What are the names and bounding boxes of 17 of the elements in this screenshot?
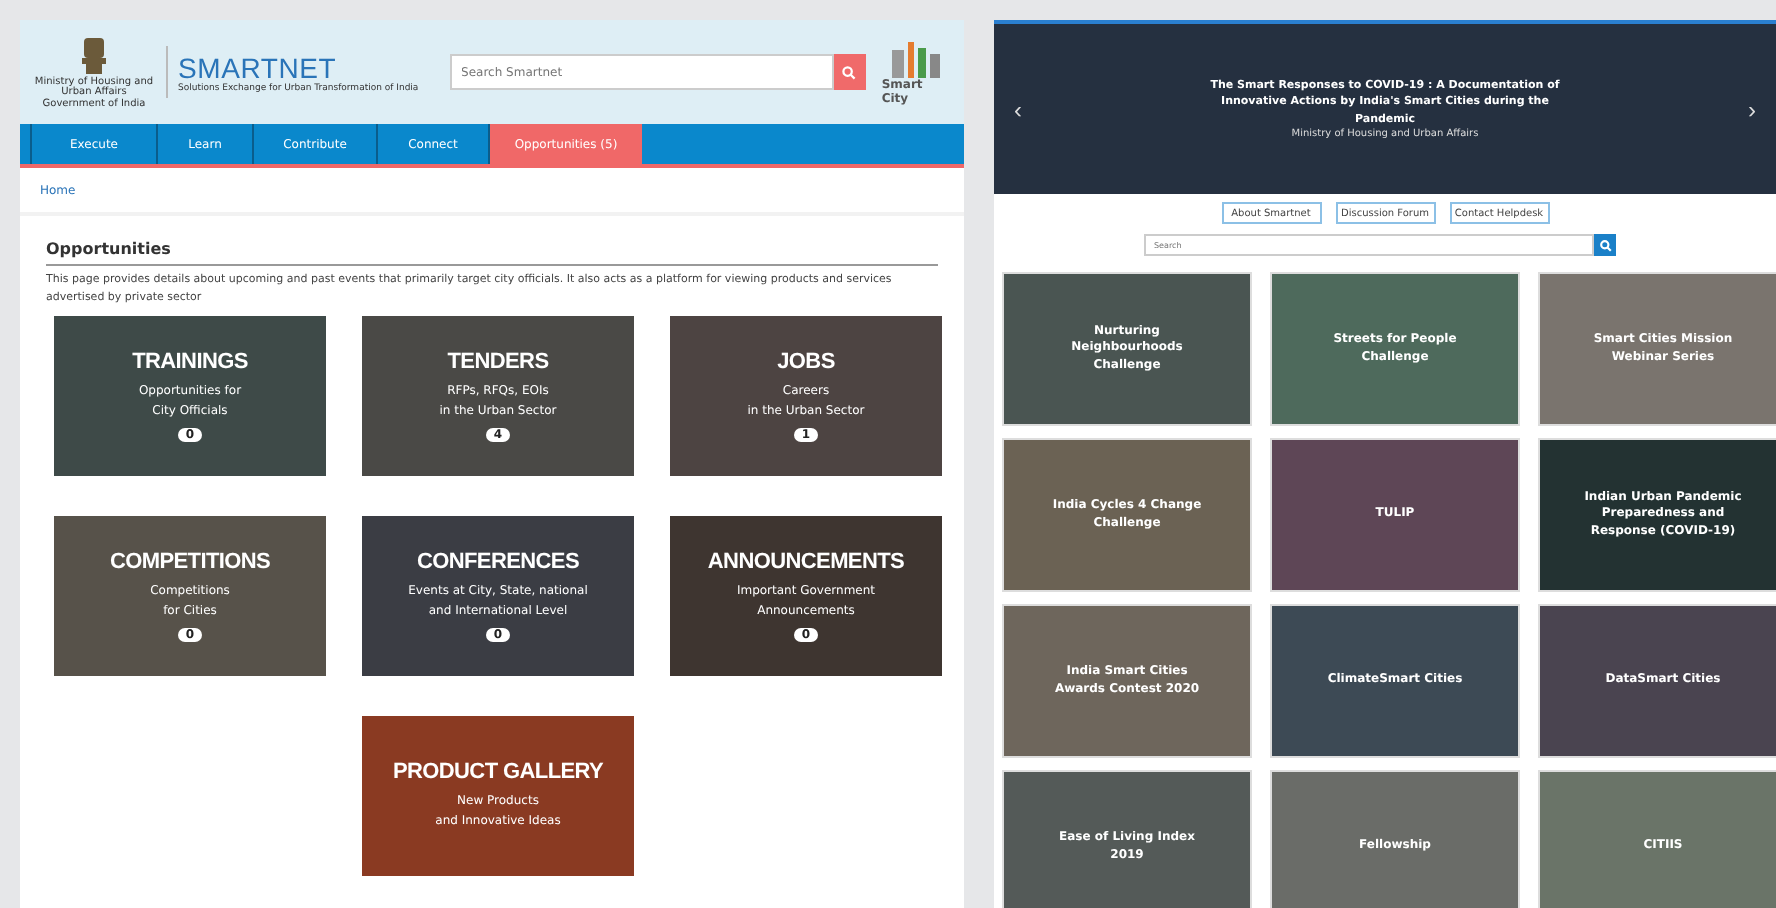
- city-skyline-icon: [888, 38, 945, 78]
- card-title: COMPETITIONS: [109, 550, 271, 574]
- search-button[interactable]: [1594, 234, 1616, 256]
- search-button[interactable]: [833, 54, 866, 90]
- next-slide-button[interactable]: ›: [1748, 95, 1756, 123]
- card-title: JOBS: [777, 350, 835, 374]
- previous-slide-button[interactable]: ‹: [1014, 95, 1022, 123]
- card-title: CONFERENCES: [416, 550, 580, 574]
- card-title: ANNOUNCEMENTS: [707, 550, 905, 574]
- search-icon: [842, 65, 857, 79]
- search-icon: [1599, 239, 1611, 251]
- card-title: TRAININGS: [132, 350, 248, 374]
- emblem-icon: [78, 33, 110, 78]
- card-title: PRODUCT GALLERY: [392, 760, 604, 784]
- site-logo[interactable]: SMARTNET: [178, 51, 419, 83]
- section-heading: Opportunities: [46, 240, 938, 266]
- card-title: TENDERS: [447, 350, 549, 374]
